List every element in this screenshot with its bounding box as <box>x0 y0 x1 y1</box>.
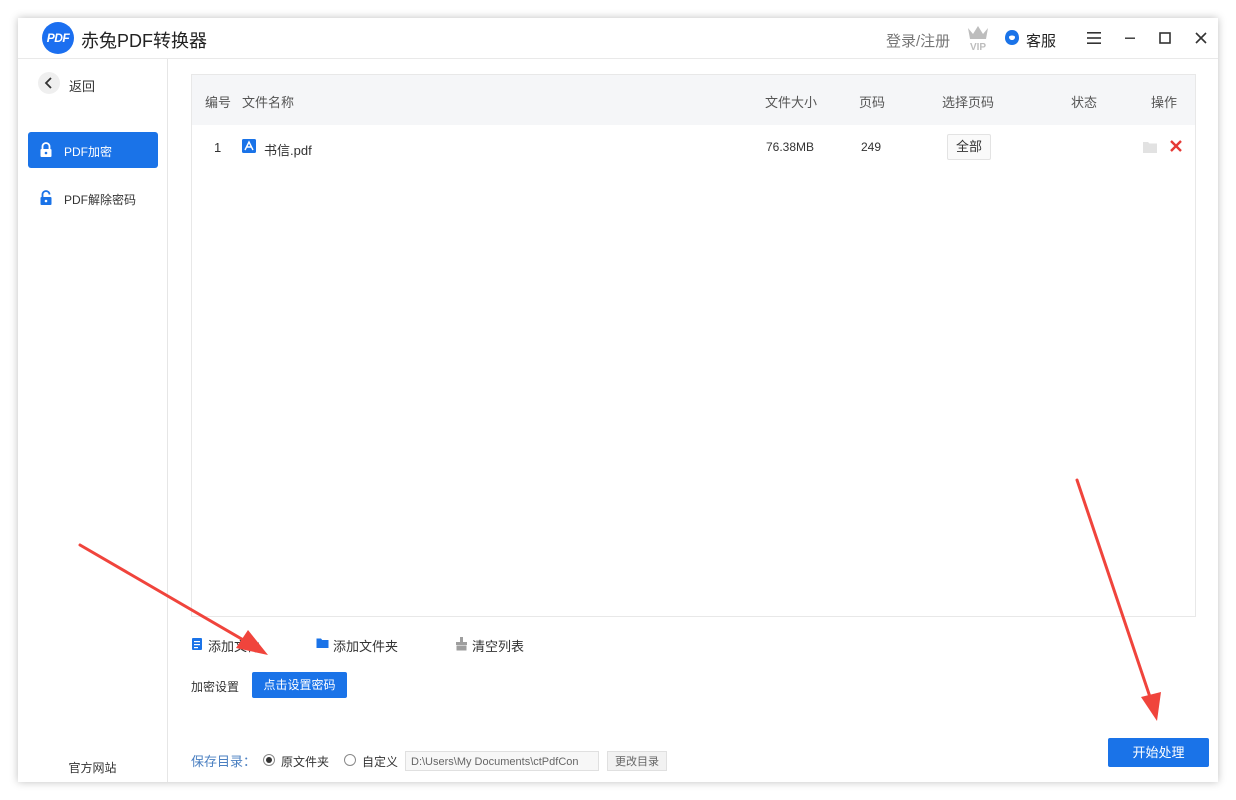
column-header-name: 文件名称 <box>242 95 295 110</box>
sidebar-item-pdf-remove-password[interactable]: PDF解除密码 <box>28 180 158 216</box>
encryption-settings-label: 加密设置 <box>191 680 240 694</box>
sidebar-item-label: PDF解除密码 <box>64 193 137 207</box>
open-folder-icon[interactable] <box>1142 140 1158 154</box>
sidebar-item-pdf-encrypt[interactable]: PDF加密 <box>28 132 158 168</box>
set-password-button[interactable]: 点击设置密码 <box>252 672 347 698</box>
file-table: 编号 文件名称 文件大小 页码 选择页码 状态 操作 1 书信.pdf 76.3… <box>191 74 1196 617</box>
folder-icon <box>316 638 329 648</box>
radio-custom-folder[interactable] <box>344 754 356 766</box>
column-header-select-pages: 选择页码 <box>942 95 995 110</box>
clear-list-label: 清空列表 <box>472 639 525 654</box>
row-page-count: 249 <box>861 140 882 154</box>
pdf-file-icon <box>242 139 256 153</box>
app-window: PDF 赤兔PDF转换器 登录/注册 VIP 客服 返回 PDF加密 PDF解除… <box>18 18 1218 782</box>
radio-custom-folder-label[interactable]: 自定义 <box>362 753 398 770</box>
document-icon <box>192 638 202 650</box>
start-processing-button[interactable]: 开始处理 <box>1108 738 1209 767</box>
broom-icon <box>456 637 467 651</box>
add-folder-label: 添加文件夹 <box>333 639 399 654</box>
row-index: 1 <box>214 140 222 155</box>
customer-service-icon[interactable] <box>1004 29 1020 47</box>
change-directory-button[interactable]: 更改目录 <box>607 751 667 771</box>
column-header-index: 编号 <box>205 95 232 110</box>
radio-original-folder[interactable] <box>263 754 275 766</box>
delete-icon[interactable] <box>1169 139 1183 153</box>
lock-icon <box>40 142 52 157</box>
radio-original-folder-label[interactable]: 原文件夹 <box>281 753 329 770</box>
column-header-pages: 页码 <box>859 95 886 110</box>
app-title: 赤兔PDF转换器 <box>81 31 207 51</box>
maximize-icon[interactable] <box>1156 29 1174 47</box>
vip-text: VIP <box>970 42 986 52</box>
menu-icon[interactable] <box>1085 29 1103 47</box>
crown-vip-icon[interactable]: VIP <box>965 24 991 52</box>
unlock-icon <box>40 190 52 205</box>
column-header-actions: 操作 <box>1151 95 1178 110</box>
app-logo: PDF <box>42 22 74 54</box>
column-header-status: 状态 <box>1071 95 1098 110</box>
chevron-left-icon <box>44 77 52 89</box>
customer-service-label[interactable]: 客服 <box>1026 30 1056 51</box>
row-file-name: 书信.pdf <box>264 143 312 158</box>
close-icon[interactable] <box>1192 29 1210 47</box>
title-bar: PDF 赤兔PDF转换器 登录/注册 VIP 客服 <box>18 18 1218 59</box>
save-path-field[interactable]: D:\Users\My Documents\ctPdfCon <box>405 751 599 771</box>
add-file-label: 添加文件 <box>208 639 261 654</box>
sidebar-item-label: PDF加密 <box>64 145 113 159</box>
row-file-size: 76.38MB <box>766 140 815 154</box>
save-directory-label: 保存目录： <box>191 754 257 769</box>
official-site-link[interactable]: 官方网站 <box>18 759 167 776</box>
back-button[interactable] <box>38 72 60 94</box>
column-header-size: 文件大小 <box>765 95 818 110</box>
table-header: 编号 文件名称 文件大小 页码 选择页码 状态 操作 <box>192 75 1195 125</box>
minimize-icon[interactable] <box>1121 29 1139 47</box>
login-register-link[interactable]: 登录/注册 <box>886 30 950 51</box>
back-label[interactable]: 返回 <box>69 76 95 95</box>
sidebar: 返回 PDF加密 PDF解除密码 官方网站 <box>18 59 168 782</box>
select-pages-button[interactable]: 全部 <box>947 134 991 160</box>
